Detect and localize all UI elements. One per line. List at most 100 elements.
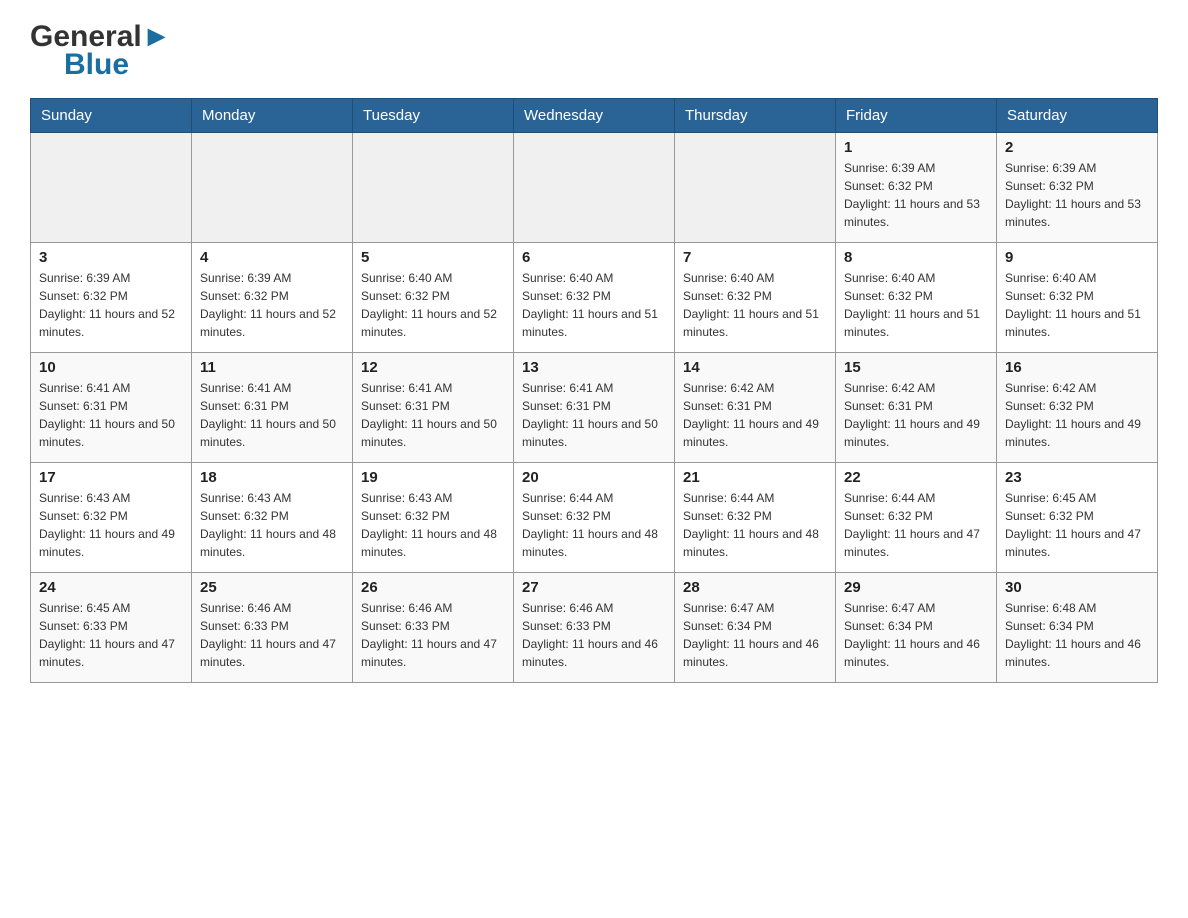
day-number: 12 [361, 359, 505, 376]
calendar-cell: 1Sunrise: 6:39 AMSunset: 6:32 PMDaylight… [836, 133, 997, 243]
weekday-header-row: SundayMondayTuesdayWednesdayThursdayFrid… [31, 99, 1158, 133]
day-number: 5 [361, 249, 505, 266]
sun-info: Sunrise: 6:42 AMSunset: 6:32 PMDaylight:… [1005, 379, 1149, 451]
calendar-week-row: 17Sunrise: 6:43 AMSunset: 6:32 PMDayligh… [31, 463, 1158, 573]
day-number: 23 [1005, 469, 1149, 486]
day-number: 16 [1005, 359, 1149, 376]
sun-info: Sunrise: 6:40 AMSunset: 6:32 PMDaylight:… [683, 269, 827, 341]
day-number: 8 [844, 249, 988, 266]
day-number: 30 [1005, 579, 1149, 596]
day-number: 10 [39, 359, 183, 376]
sun-info: Sunrise: 6:41 AMSunset: 6:31 PMDaylight:… [200, 379, 344, 451]
calendar-cell: 30 Sunrise: 6:48 AMSunset: 6:34 PMDayligh… [997, 573, 1158, 683]
sun-info: Sunrise: 6:41 AMSunset: 6:31 PMDaylight:… [361, 379, 505, 451]
calendar-cell: 14 Sunrise: 6:42 AMSunset: 6:31 PMDayligh… [675, 353, 836, 463]
calendar-week-row: 10 Sunrise: 6:41 AMSunset: 6:31 PMDayligh… [31, 353, 1158, 463]
day-number: 19 [361, 469, 505, 486]
calendar-cell: 24 Sunrise: 6:45 AMSunset: 6:33 PMDayligh… [31, 573, 192, 683]
sun-info: Sunrise: 6:45 AMSunset: 6:32 PMDaylight:… [1005, 489, 1149, 561]
sun-info: Sunrise: 6:40 AMSunset: 6:32 PMDaylight:… [522, 269, 666, 341]
calendar-cell: 8Sunrise: 6:40 AMSunset: 6:32 PMDaylight… [836, 243, 997, 353]
sun-info: Sunrise: 6:46 AMSunset: 6:33 PMDaylight:… [200, 599, 344, 671]
day-number: 11 [200, 359, 344, 376]
calendar-cell: 5Sunrise: 6:40 AMSunset: 6:32 PMDaylight… [353, 243, 514, 353]
calendar-week-row: 24 Sunrise: 6:45 AMSunset: 6:33 PMDayligh… [31, 573, 1158, 683]
calendar-cell: 25 Sunrise: 6:46 AMSunset: 6:33 PMDayligh… [192, 573, 353, 683]
calendar-cell: 18 Sunrise: 6:43 AMSunset: 6:32 PMDayligh… [192, 463, 353, 573]
calendar-cell: 2 Sunrise: 6:39 AMSunset: 6:32 PMDaylight… [997, 133, 1158, 243]
day-number: 25 [200, 579, 344, 596]
calendar-cell: 20 Sunrise: 6:44 AMSunset: 6:32 PMDayligh… [514, 463, 675, 573]
sun-info: Sunrise: 6:47 AMSunset: 6:34 PMDaylight:… [683, 599, 827, 671]
sun-info: Sunrise: 6:43 AMSunset: 6:32 PMDaylight:… [200, 489, 344, 561]
calendar-cell: 19 Sunrise: 6:43 AMSunset: 6:32 PMDayligh… [353, 463, 514, 573]
sun-info: Sunrise: 6:44 AMSunset: 6:32 PMDaylight:… [522, 489, 666, 561]
sun-info: Sunrise: 6:42 AMSunset: 6:31 PMDaylight:… [844, 379, 988, 451]
day-number: 18 [200, 469, 344, 486]
weekday-header-thursday: Thursday [675, 99, 836, 133]
day-number: 24 [39, 579, 183, 596]
calendar-cell: 16 Sunrise: 6:42 AMSunset: 6:32 PMDayligh… [997, 353, 1158, 463]
weekday-header-wednesday: Wednesday [514, 99, 675, 133]
calendar-cell: 3 Sunrise: 6:39 AMSunset: 6:32 PMDaylight… [31, 243, 192, 353]
calendar-cell [192, 133, 353, 243]
day-number: 26 [361, 579, 505, 596]
sun-info: Sunrise: 6:39 AMSunset: 6:32 PMDaylight:… [844, 159, 988, 231]
day-number: 21 [683, 469, 827, 486]
sun-info: Sunrise: 6:45 AMSunset: 6:33 PMDaylight:… [39, 599, 183, 671]
logo-blue-text: Blue [64, 48, 129, 82]
calendar-cell: 29Sunrise: 6:47 AMSunset: 6:34 PMDayligh… [836, 573, 997, 683]
day-number: 14 [683, 359, 827, 376]
calendar-cell: 6 Sunrise: 6:40 AMSunset: 6:32 PMDaylight… [514, 243, 675, 353]
calendar-table: SundayMondayTuesdayWednesdayThursdayFrid… [30, 98, 1158, 683]
calendar-cell: 21Sunrise: 6:44 AMSunset: 6:32 PMDayligh… [675, 463, 836, 573]
weekday-header-tuesday: Tuesday [353, 99, 514, 133]
calendar-cell: 26 Sunrise: 6:46 AMSunset: 6:33 PMDayligh… [353, 573, 514, 683]
calendar-cell: 23 Sunrise: 6:45 AMSunset: 6:32 PMDayligh… [997, 463, 1158, 573]
calendar-week-row: 3 Sunrise: 6:39 AMSunset: 6:32 PMDaylight… [31, 243, 1158, 353]
sun-info: Sunrise: 6:41 AMSunset: 6:31 PMDaylight:… [39, 379, 183, 451]
weekday-header-monday: Monday [192, 99, 353, 133]
day-number: 2 [1005, 139, 1149, 156]
calendar-cell: 28 Sunrise: 6:47 AMSunset: 6:34 PMDayligh… [675, 573, 836, 683]
calendar-cell: 27Sunrise: 6:46 AMSunset: 6:33 PMDayligh… [514, 573, 675, 683]
calendar-cell: 11 Sunrise: 6:41 AMSunset: 6:31 PMDayligh… [192, 353, 353, 463]
calendar-cell: 13 Sunrise: 6:41 AMSunset: 6:31 PMDayligh… [514, 353, 675, 463]
day-number: 15 [844, 359, 988, 376]
calendar-cell [675, 133, 836, 243]
day-number: 9 [1005, 249, 1149, 266]
calendar-cell: 15 Sunrise: 6:42 AMSunset: 6:31 PMDayligh… [836, 353, 997, 463]
calendar-cell [514, 133, 675, 243]
sun-info: Sunrise: 6:44 AMSunset: 6:32 PMDaylight:… [844, 489, 988, 561]
sun-info: Sunrise: 6:43 AMSunset: 6:32 PMDaylight:… [361, 489, 505, 561]
sun-info: Sunrise: 6:39 AMSunset: 6:32 PMDaylight:… [1005, 159, 1149, 231]
sun-info: Sunrise: 6:42 AMSunset: 6:31 PMDaylight:… [683, 379, 827, 451]
calendar-cell: 22Sunrise: 6:44 AMSunset: 6:32 PMDayligh… [836, 463, 997, 573]
calendar-cell: 10 Sunrise: 6:41 AMSunset: 6:31 PMDayligh… [31, 353, 192, 463]
sun-info: Sunrise: 6:39 AMSunset: 6:32 PMDaylight:… [39, 269, 183, 341]
header: General► Blue [30, 20, 1158, 82]
calendar-cell [353, 133, 514, 243]
day-number: 28 [683, 579, 827, 596]
day-number: 6 [522, 249, 666, 266]
day-number: 29 [844, 579, 988, 596]
calendar-week-row: 1Sunrise: 6:39 AMSunset: 6:32 PMDaylight… [31, 133, 1158, 243]
sun-info: Sunrise: 6:48 AMSunset: 6:34 PMDaylight:… [1005, 599, 1149, 671]
calendar-cell: 7 Sunrise: 6:40 AMSunset: 6:32 PMDaylight… [675, 243, 836, 353]
sun-info: Sunrise: 6:39 AMSunset: 6:32 PMDaylight:… [200, 269, 344, 341]
calendar-cell: 9 Sunrise: 6:40 AMSunset: 6:32 PMDaylight… [997, 243, 1158, 353]
sun-info: Sunrise: 6:40 AMSunset: 6:32 PMDaylight:… [1005, 269, 1149, 341]
day-number: 7 [683, 249, 827, 266]
weekday-header-saturday: Saturday [997, 99, 1158, 133]
day-number: 20 [522, 469, 666, 486]
calendar-cell [31, 133, 192, 243]
sun-info: Sunrise: 6:46 AMSunset: 6:33 PMDaylight:… [522, 599, 666, 671]
day-number: 4 [200, 249, 344, 266]
day-number: 13 [522, 359, 666, 376]
weekday-header-sunday: Sunday [31, 99, 192, 133]
sun-info: Sunrise: 6:41 AMSunset: 6:31 PMDaylight:… [522, 379, 666, 451]
sun-info: Sunrise: 6:46 AMSunset: 6:33 PMDaylight:… [361, 599, 505, 671]
calendar-cell: 17Sunrise: 6:43 AMSunset: 6:32 PMDayligh… [31, 463, 192, 573]
day-number: 3 [39, 249, 183, 266]
calendar-cell: 12 Sunrise: 6:41 AMSunset: 6:31 PMDayligh… [353, 353, 514, 463]
